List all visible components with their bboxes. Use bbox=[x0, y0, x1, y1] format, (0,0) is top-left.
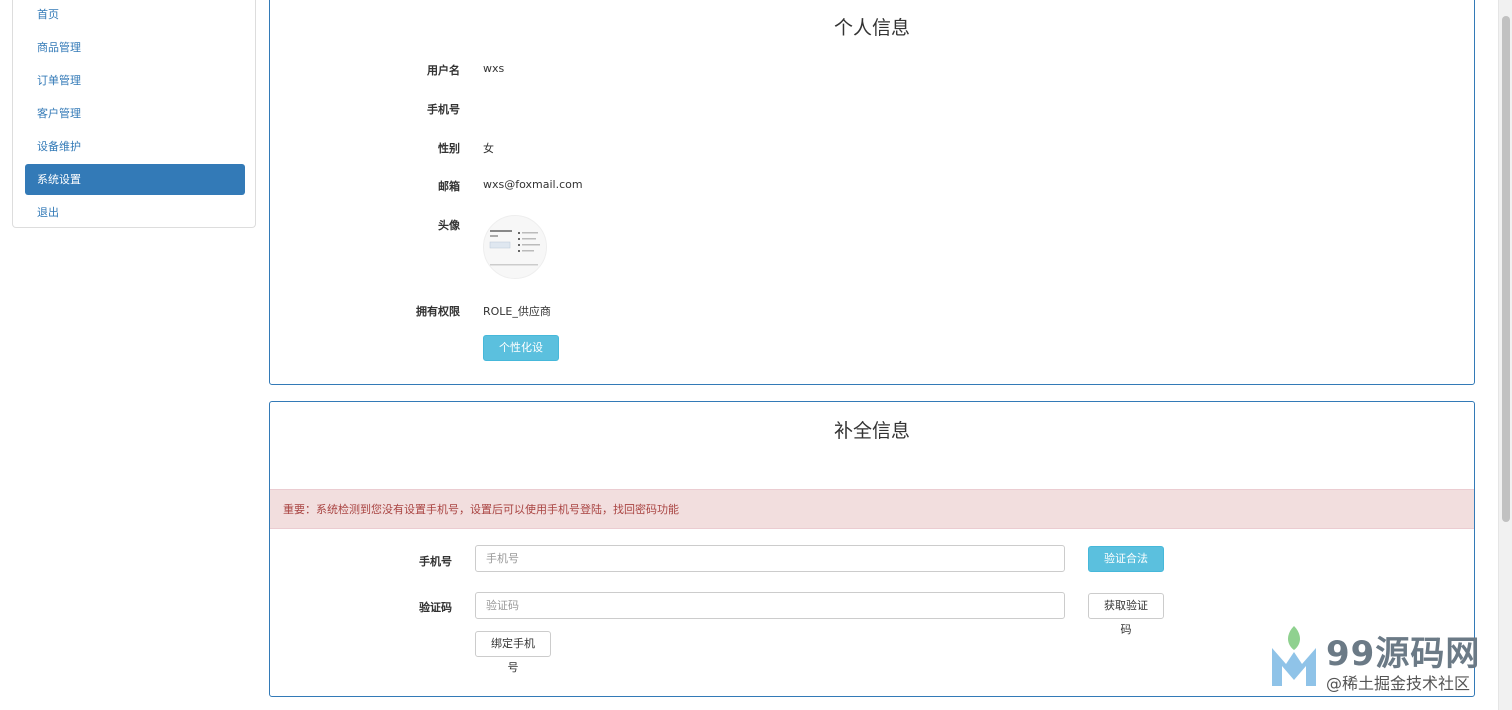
scrollbar-thumb[interactable] bbox=[1502, 16, 1510, 522]
sidebar-item-home[interactable]: 首页 bbox=[25, 0, 245, 30]
get-code-button[interactable]: 获取验证码 bbox=[1088, 593, 1164, 636]
watermark-logo-icon bbox=[1272, 626, 1316, 686]
complete-panel-title: 补全信息 bbox=[833, 420, 910, 442]
phone-missing-alert: 重要：系统检测到您没有设置手机号，设置后可以使用手机号登陆，找回密码功能 bbox=[270, 489, 1474, 529]
validate-phone-button[interactable]: 验证合法性 bbox=[1088, 546, 1164, 589]
sidebar-item-devices[interactable]: 设备维护 bbox=[25, 131, 245, 162]
email-label: 邮箱 bbox=[438, 180, 460, 193]
phone-field-label: 手机号 bbox=[419, 555, 452, 568]
sidebar-item-products[interactable]: 商品管理 bbox=[25, 32, 245, 63]
phone-label: 手机号 bbox=[427, 103, 460, 116]
bind-phone-button[interactable]: 绑定手机号 bbox=[475, 631, 551, 674]
avatar-label: 头像 bbox=[438, 219, 460, 232]
watermark-sub: @稀土掘金技术社区 bbox=[1326, 674, 1471, 693]
watermark: 99源码网 @稀土掘金技术社区 bbox=[1268, 624, 1498, 693]
code-field-label: 验证码 bbox=[419, 601, 452, 614]
role-value: ROLE_供应商 bbox=[483, 305, 551, 318]
sidebar-item-orders[interactable]: 订单管理 bbox=[25, 65, 245, 96]
app-root: 首页 商品管理 订单管理 客户管理 设备维护 系统设置 退出 个人信息 用户名 … bbox=[0, 0, 1512, 710]
personalize-settings-button[interactable]: 个性化设置 bbox=[483, 335, 559, 378]
sidebar-item-logout[interactable]: 退出 bbox=[25, 197, 245, 228]
gender-value: 女 bbox=[483, 142, 494, 155]
username-label: 用户名 bbox=[427, 64, 460, 77]
avatar-image-icon bbox=[484, 216, 546, 278]
code-input[interactable] bbox=[475, 592, 1065, 619]
sidebar-nav: 首页 商品管理 订单管理 客户管理 设备维护 系统设置 退出 bbox=[12, 0, 256, 228]
profile-panel: 个人信息 用户名 wxs 手机号 性别 女 邮箱 wxs@foxmail.com… bbox=[269, 0, 1475, 385]
phone-input[interactable] bbox=[475, 545, 1065, 572]
page-scrollbar[interactable] bbox=[1498, 0, 1512, 710]
profile-panel-title: 个人信息 bbox=[833, 17, 910, 39]
avatar[interactable] bbox=[483, 215, 547, 279]
role-label: 拥有权限 bbox=[416, 305, 460, 318]
sidebar-item-settings[interactable]: 系统设置 bbox=[25, 164, 245, 195]
watermark-brand: 99源码网 bbox=[1326, 634, 1481, 674]
username-value: wxs bbox=[483, 62, 505, 75]
email-value: wxs@foxmail.com bbox=[483, 178, 583, 191]
gender-label: 性别 bbox=[438, 142, 460, 155]
sidebar-item-customers[interactable]: 客户管理 bbox=[25, 98, 245, 129]
